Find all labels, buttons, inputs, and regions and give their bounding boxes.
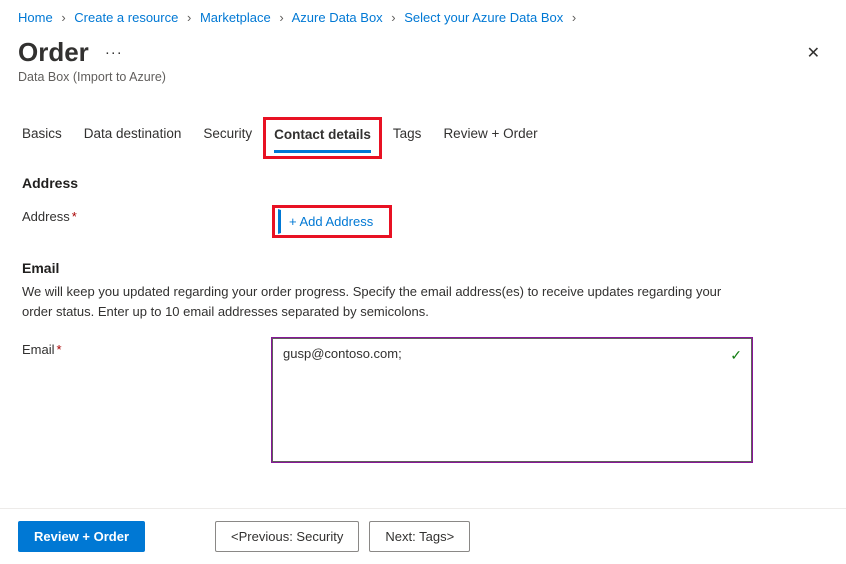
previous-button[interactable]: <Previous: Security — [215, 521, 359, 552]
required-indicator: * — [57, 342, 62, 357]
page-subtitle: Data Box (Import to Azure) — [0, 68, 846, 84]
add-address-button[interactable]: + Add Address — [278, 209, 386, 234]
chevron-right-icon: › — [279, 10, 283, 25]
chevron-right-icon: › — [391, 10, 395, 25]
chevron-right-icon: › — [572, 10, 576, 25]
tab-contact-details[interactable]: Contact details — [274, 123, 371, 153]
next-button[interactable]: Next: Tags> — [369, 521, 470, 552]
required-indicator: * — [72, 209, 77, 224]
breadcrumb-select-data-box[interactable]: Select your Azure Data Box — [404, 10, 563, 25]
breadcrumb-azure-data-box[interactable]: Azure Data Box — [292, 10, 383, 25]
tab-review-order[interactable]: Review + Order — [443, 122, 537, 153]
tab-data-destination[interactable]: Data destination — [84, 122, 182, 153]
breadcrumb: Home › Create a resource › Marketplace ›… — [0, 0, 846, 31]
address-label: Address* — [22, 205, 272, 224]
highlight-box: Contact details — [263, 117, 382, 159]
tab-tags[interactable]: Tags — [393, 122, 422, 153]
email-heading: Email — [22, 260, 824, 276]
chevron-right-icon: › — [61, 10, 65, 25]
tab-security[interactable]: Security — [203, 122, 252, 153]
footer: Review + Order <Previous: Security Next:… — [0, 508, 846, 564]
review-order-button[interactable]: Review + Order — [18, 521, 145, 552]
checkmark-icon: ✓ — [730, 347, 742, 364]
address-heading: Address — [22, 175, 824, 191]
breadcrumb-home[interactable]: Home — [18, 10, 53, 25]
breadcrumb-marketplace[interactable]: Marketplace — [200, 10, 271, 25]
email-field[interactable] — [272, 338, 752, 462]
email-label: Email* — [22, 338, 272, 357]
chevron-right-icon: › — [187, 10, 191, 25]
highlight-box: + Add Address — [272, 205, 392, 238]
tab-basics[interactable]: Basics — [22, 122, 62, 153]
close-icon[interactable]: ✕ — [801, 39, 826, 67]
page-title: Order — [18, 37, 89, 68]
tabs: Basics Data destination Security Contact… — [0, 122, 846, 153]
breadcrumb-create-resource[interactable]: Create a resource — [74, 10, 178, 25]
more-options-icon[interactable]: ··· — [105, 44, 123, 61]
email-description: We will keep you updated regarding your … — [22, 282, 742, 322]
